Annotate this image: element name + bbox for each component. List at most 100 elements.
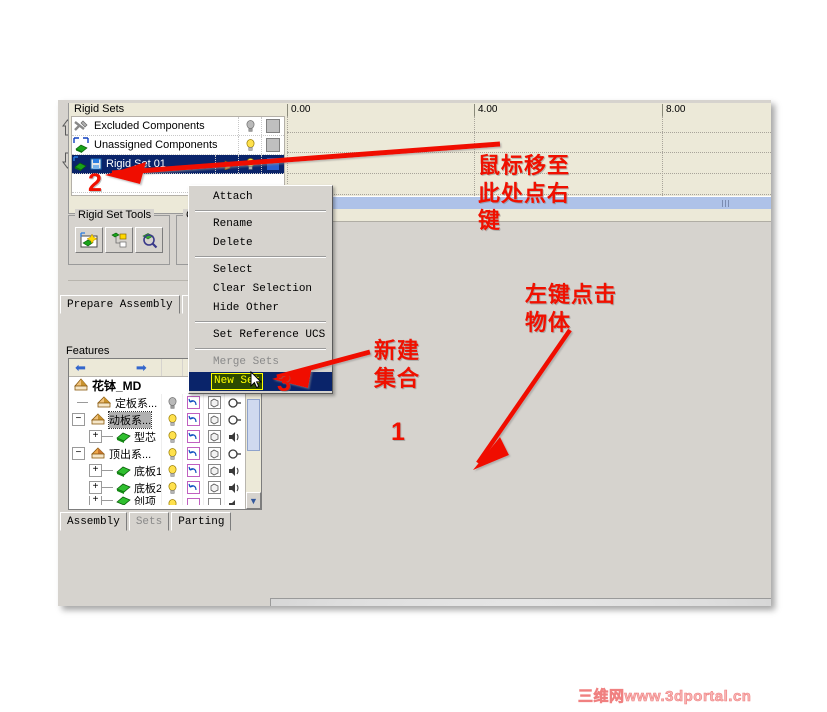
mirror-icon[interactable] <box>224 445 245 462</box>
tree-row[interactable]: 定板系... <box>69 394 261 411</box>
tree-row[interactable]: − 顶出系... <box>69 445 261 462</box>
menu-item-rename[interactable]: Rename <box>189 215 332 234</box>
menu-separator <box>195 348 326 350</box>
scrollbar-grip[interactable] <box>722 200 731 207</box>
rigid-sets-row-excluded[interactable]: Excluded Components <box>72 117 284 136</box>
visibility-toggle-cell[interactable] <box>238 117 261 135</box>
tab-prepare-assembly[interactable]: Prepare Assembly <box>60 295 180 314</box>
menu-item-attach[interactable]: Attach <box>189 188 332 207</box>
application-window: Rigid Sets Excluded Components Unassigne… <box>58 100 771 606</box>
undo-icon[interactable] <box>182 496 203 505</box>
tab-parting[interactable]: Parting <box>171 512 232 531</box>
rigid-sets-row-rigid-set-01[interactable]: Rigid Set 01 <box>72 155 284 174</box>
tree-collapse-toggle[interactable]: − <box>72 413 85 426</box>
nav-back-icon[interactable]: ⬅ <box>75 361 86 374</box>
undo-icon[interactable] <box>182 479 203 496</box>
menu-item-merge-sets: Merge Sets <box>213 356 280 368</box>
speaker-icon[interactable] <box>224 428 245 445</box>
features-panel: Features ⬅ ➡ 花钵_MD 定板系... − 动板系... + 型芯 … <box>58 340 771 606</box>
tree-row-icons <box>161 445 245 462</box>
menu-separator <box>195 321 326 323</box>
create-rigid-set-button[interactable] <box>75 227 103 253</box>
rigid-sets-row-columns <box>238 136 284 154</box>
menu-item-hide-other[interactable]: Hide Other <box>189 299 332 318</box>
visibility-bulb-icon[interactable] <box>161 394 182 411</box>
visibility-toggle-cell[interactable] <box>238 136 261 154</box>
box-icon[interactable] <box>203 445 224 462</box>
edit-rigid-set-button[interactable] <box>105 227 133 253</box>
tree-row-label: 底板2 <box>134 482 163 495</box>
visibility-bulb-icon[interactable] <box>161 428 182 445</box>
solid-body-icon <box>115 429 132 444</box>
box-icon[interactable] <box>203 428 224 445</box>
assembly-icon <box>90 446 107 461</box>
speaker-icon[interactable] <box>224 496 245 505</box>
speaker-icon[interactable] <box>224 479 245 496</box>
box-icon[interactable] <box>203 462 224 479</box>
visibility-bulb-icon[interactable] <box>161 496 182 505</box>
undo-icon[interactable] <box>182 428 203 445</box>
tree-expand-toggle[interactable]: + <box>89 464 102 477</box>
box-icon[interactable] <box>203 411 224 428</box>
tree-row-label: 创项 <box>134 496 156 505</box>
rigid-set-tools-title: Rigid Set Tools <box>75 209 155 221</box>
inspect-rigid-set-button[interactable] <box>135 227 163 253</box>
excluded-components-icon <box>73 118 90 134</box>
grid-line-v <box>287 116 288 196</box>
tree-expand-toggle[interactable]: + <box>89 430 102 443</box>
tab-assembly[interactable]: Assembly <box>60 512 127 531</box>
rigid-set-tools-group: Rigid Set Tools <box>68 209 170 265</box>
rigid-sets-row-label: Excluded Components <box>94 120 205 132</box>
tree-header-col <box>161 359 182 376</box>
timeline-graph-area[interactable] <box>287 116 771 196</box>
rigid-sets-list[interactable]: Excluded Components Unassigned Component… <box>71 116 285 196</box>
color-swatch <box>266 157 280 171</box>
speaker-icon[interactable] <box>224 462 245 479</box>
menu-item-set-reference-ucs[interactable]: Set Reference UCS <box>189 326 332 345</box>
color-swatch-cell[interactable] <box>261 117 284 135</box>
undo-icon[interactable] <box>182 445 203 462</box>
tree-row[interactable]: + 底板2 <box>69 479 261 496</box>
tree-row-label: 顶出系... <box>109 448 152 461</box>
context-menu[interactable]: Attach Rename Delete Select Clear Select… <box>188 185 333 394</box>
box-icon[interactable] <box>203 496 224 505</box>
mirror-icon[interactable] <box>224 411 245 428</box>
solid-body-icon <box>115 480 132 495</box>
3d-viewport[interactable] <box>270 598 771 606</box>
menu-item-delete[interactable]: Delete <box>189 234 332 253</box>
visibility-bulb-icon[interactable] <box>161 411 182 428</box>
grid-line-h <box>287 132 771 133</box>
menu-item-select[interactable]: Select <box>189 261 332 280</box>
attach-pin-cell[interactable] <box>215 155 238 173</box>
tree-branch-dash <box>102 436 113 437</box>
undo-icon[interactable] <box>182 462 203 479</box>
color-swatch-cell[interactable] <box>261 136 284 154</box>
tree-row[interactable]: − 动板系... <box>69 410 261 429</box>
box-icon[interactable] <box>203 479 224 496</box>
tree-row[interactable]: + 底板1 <box>69 462 261 479</box>
nav-forward-icon[interactable]: ➡ <box>136 361 147 374</box>
mirror-icon[interactable] <box>224 394 245 411</box>
box-icon[interactable] <box>203 394 224 411</box>
save-set-icon <box>90 157 102 171</box>
undo-icon[interactable] <box>182 394 203 411</box>
visibility-toggle-cell[interactable] <box>238 155 261 173</box>
rigid-sets-row-unassigned[interactable]: Unassigned Components <box>72 136 284 155</box>
tree-row[interactable]: + 型芯 <box>69 428 261 445</box>
visibility-bulb-icon[interactable] <box>161 462 182 479</box>
color-swatch-cell[interactable] <box>261 155 284 173</box>
undo-icon[interactable] <box>182 411 203 428</box>
tree-branch-dash <box>77 402 88 403</box>
solid-body-icon <box>115 463 132 478</box>
tree-expand-toggle[interactable]: + <box>89 496 102 505</box>
scroll-down-icon[interactable]: ▼ <box>246 492 261 509</box>
tab-sets[interactable]: Sets <box>128 512 170 531</box>
tree-collapse-toggle[interactable]: − <box>72 447 85 460</box>
tree-expand-toggle[interactable]: + <box>89 481 102 494</box>
scrollbar-thumb[interactable] <box>247 399 260 451</box>
menu-item-clear-selection[interactable]: Clear Selection <box>189 280 332 299</box>
visibility-bulb-icon[interactable] <box>161 445 182 462</box>
tree-row[interactable]: + 创项 <box>69 496 261 505</box>
visibility-bulb-icon[interactable] <box>161 479 182 496</box>
grid-line-h <box>287 152 771 153</box>
